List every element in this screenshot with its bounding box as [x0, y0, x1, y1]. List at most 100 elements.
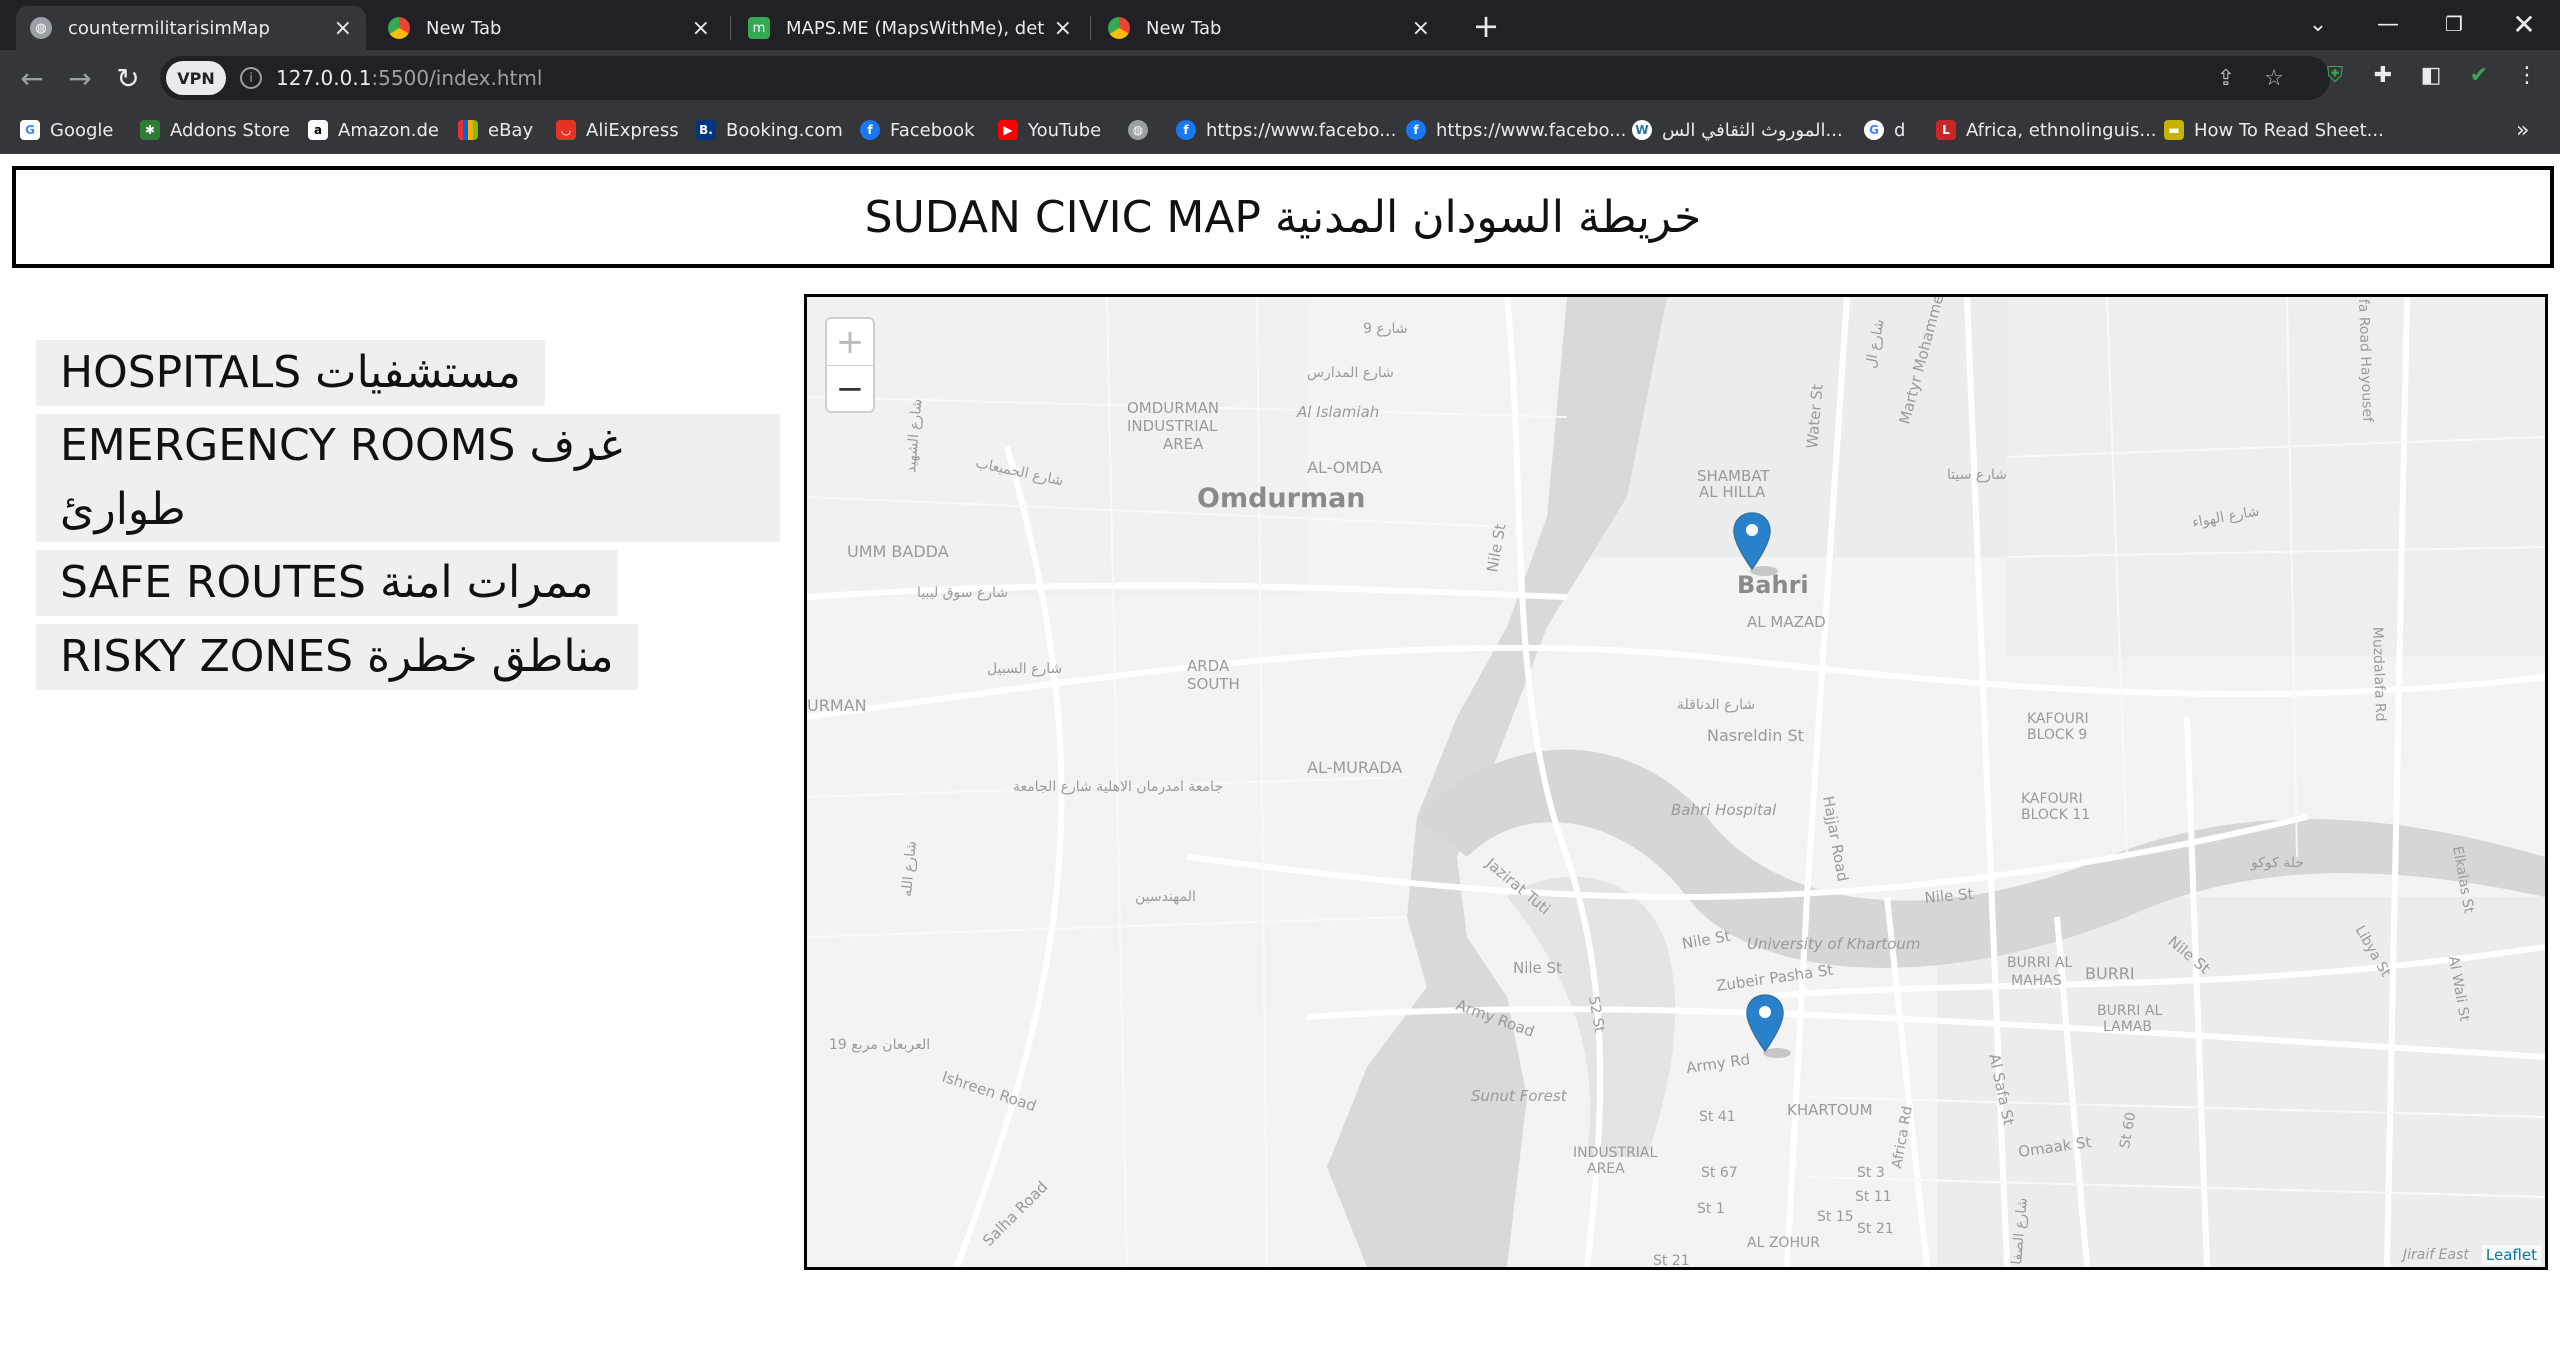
wordpress-icon: W — [1632, 120, 1652, 140]
bookmark-addons-store[interactable]: ✱ Addons Store — [140, 116, 290, 144]
address-bar[interactable]: VPN i 127.0.0.1:5500/index.html ⇪ ☆ — [160, 56, 2330, 100]
bookmarks-bar: G Google ✱ Addons Store a Amazon.de eBay ◡ A… — [0, 106, 2560, 154]
tab-new-tab-2[interactable]: New Tab × — [1094, 6, 1444, 50]
menu-item-emergency-rooms[interactable]: EMERGENCY ROOMS غرف طوارئ — [36, 414, 780, 542]
category-menu: HOSPITALS مستشفيات EMERGENCY ROOMS غرف ط… — [36, 340, 780, 698]
mapsme-icon: m — [748, 17, 770, 39]
menu-item-safe-routes[interactable]: SAFE ROUTES ممرات امنة — [36, 550, 618, 616]
tab-title: New Tab — [1146, 17, 1222, 39]
bookmark-label: الموروث الثقافي الس... — [1662, 119, 1843, 141]
menu-dots-icon[interactable]: ⋮ — [2512, 60, 2542, 90]
map-label-umm-badda: UMM BADDA — [847, 542, 949, 561]
zoom-in-button[interactable]: + — [827, 319, 873, 365]
bookmark-amazon[interactable]: a Amazon.de — [308, 116, 439, 144]
close-tab-icon[interactable]: × — [692, 16, 710, 41]
bookmark-label: Booking.com — [726, 119, 843, 141]
map-label-omdurman-industrial: OMDURMAN — [1127, 399, 1219, 417]
menu-item-risky-zones[interactable]: RISKY ZONES مناطق خطرة — [36, 624, 638, 690]
bookmark-africa-ethnolinguistic[interactable]: L Africa, ethnolinguis... — [1936, 116, 2157, 144]
shield-check-icon[interactable]: ✔ — [2464, 60, 2494, 90]
tab-title: New Tab — [426, 17, 502, 39]
close-tab-icon[interactable]: × — [1412, 16, 1430, 41]
bookmark-youtube[interactable]: ▶ YouTube — [998, 116, 1101, 144]
map-label-arda: ARDA — [1187, 657, 1230, 675]
tab-search-icon[interactable]: ⌄ — [2288, 6, 2348, 42]
bookmark-booking[interactable]: B. Booking.com — [696, 116, 843, 144]
zoom-out-button[interactable]: − — [827, 365, 873, 411]
map-label-burri: BURRI — [2085, 964, 2135, 983]
lock-extension-icon[interactable]: ⛨ — [2320, 60, 2350, 90]
bookmark-label: https://www.facebo... — [1206, 119, 1397, 141]
bookmark-label: d — [1894, 119, 1906, 141]
map-label-st3: St 3 — [1857, 1165, 1885, 1181]
bookmark-google[interactable]: G Google — [20, 116, 113, 144]
forward-icon[interactable]: → — [62, 60, 98, 96]
bookmark-label: eBay — [488, 119, 534, 141]
map-label-jiraif: Jiraif East — [2400, 1247, 2469, 1263]
share-icon[interactable]: ⇪ — [2212, 64, 2240, 92]
bookmark-facebook-url-2[interactable]: f https://www.facebo... — [1406, 116, 1626, 144]
reload-icon[interactable]: ↻ — [110, 60, 146, 96]
globe-icon: ◍ — [1128, 120, 1148, 140]
bookmark-globe[interactable]: ◍ — [1128, 116, 1158, 144]
map-label-st15: St 15 — [1817, 1209, 1854, 1225]
back-icon[interactable]: ← — [14, 60, 50, 96]
bookmark-facebook-url-1[interactable]: f https://www.facebo... — [1176, 116, 1396, 144]
extensions-icon[interactable]: ✚ — [2368, 60, 2398, 90]
restore-button[interactable]: ❐ — [2424, 6, 2484, 42]
tab-strip: ◍ countermilitarisimMap × New Tab × m MA… — [0, 0, 2560, 50]
more-bookmarks-icon[interactable]: » — [2516, 116, 2529, 144]
map-label-al-murada: AL-MURADA — [1307, 758, 1402, 777]
bookmark-cultural-heritage[interactable]: W الموروث الثقافي الس... — [1632, 116, 1843, 144]
bookmark-star-icon[interactable]: ☆ — [2260, 64, 2288, 92]
map-label-ar-jamia: جامعة امدرمان الاهلية شارع الجامعة — [1013, 779, 1223, 795]
bookmark-facebook[interactable]: f Facebook — [860, 116, 975, 144]
bookmark-d[interactable]: Gd — [1864, 116, 1905, 144]
map-label-industrial-area: INDUSTRIAL — [1573, 1145, 1658, 1161]
map-container[interactable]: Omdurman Bahri SHAMBAT AL HILLA AL MAZAD… — [804, 294, 2548, 1270]
map-label-st21b: St 21 — [1653, 1253, 1690, 1267]
map-tiles[interactable]: Omdurman Bahri SHAMBAT AL HILLA AL MAZAD… — [807, 297, 2545, 1267]
new-tab-button[interactable]: + — [1468, 7, 1504, 45]
tab-mapsme[interactable]: m MAPS.ME (MapsWithMe), detaile × — [734, 6, 1086, 50]
menu-item-hospitals[interactable]: HOSPITALS مستشفيات — [36, 340, 545, 406]
map-label-ar-souq: شارع سوق ليبيا — [917, 585, 1008, 601]
map-label-kafouri9: KAFOURI — [2027, 711, 2089, 727]
url-host: 127.0.0.1 — [276, 66, 372, 90]
close-window-button[interactable]: ✕ — [2494, 6, 2554, 42]
browser-chrome: ◍ countermilitarisimMap × New Tab × m MA… — [0, 0, 2560, 154]
map-label-sunut: Sunut Forest — [1471, 1087, 1568, 1105]
map-label-ar-kuku: حلة كوكو — [2250, 855, 2304, 871]
close-tab-icon[interactable]: × — [334, 16, 352, 41]
map-label-ar-madaris: شارع المدارس — [1307, 365, 1394, 381]
map-label-ar-sitta: شارع سيتا — [1947, 467, 2007, 483]
map-label-mahas: MAHAS — [2011, 973, 2062, 989]
map-marker-bahri[interactable] — [1732, 511, 1782, 579]
vpn-badge[interactable]: VPN — [166, 61, 226, 95]
minimize-button[interactable]: — — [2358, 6, 2418, 42]
bookmark-label: AliExpress — [586, 119, 679, 141]
sheet-icon: ▬ — [2164, 120, 2184, 140]
tab-countermilitarisim[interactable]: ◍ countermilitarisimMap × — [16, 6, 366, 50]
bookmark-label: YouTube — [1028, 119, 1102, 141]
close-tab-icon[interactable]: × — [1054, 16, 1072, 41]
map-label-nile-st3: Nile St — [1513, 959, 1562, 977]
map-label-st67: St 67 — [1701, 1165, 1738, 1181]
leaflet-attribution-link[interactable]: Leaflet — [2481, 1245, 2541, 1265]
bookmark-label: Facebook — [890, 119, 975, 141]
tab-new-tab-1[interactable]: New Tab × — [374, 6, 724, 50]
map-label-kafouri11: KAFOURI — [2021, 791, 2083, 807]
bookmark-aliexpress[interactable]: ◡ AliExpress — [556, 116, 679, 144]
url-text[interactable]: 127.0.0.1:5500/index.html — [276, 66, 542, 90]
map-label-lamab: LAMAB — [2103, 1019, 2152, 1035]
youtube-icon: ▶ — [998, 120, 1018, 140]
map-label-al-mazad: AL MAZAD — [1747, 613, 1826, 631]
site-info-icon[interactable]: i — [240, 67, 262, 89]
google-icon: G — [1864, 120, 1884, 140]
map-marker-khartoum[interactable] — [1745, 993, 1795, 1061]
side-panel-icon[interactable]: ◧ — [2416, 60, 2446, 90]
bookmark-label: Africa, ethnolinguis... — [1966, 119, 2157, 141]
bookmark-ebay[interactable]: eBay — [458, 116, 533, 144]
bookmark-how-to-read-sheet[interactable]: ▬ How To Read Sheet... — [2164, 116, 2384, 144]
map-label-bahri-hospital: Bahri Hospital — [1671, 801, 1777, 819]
